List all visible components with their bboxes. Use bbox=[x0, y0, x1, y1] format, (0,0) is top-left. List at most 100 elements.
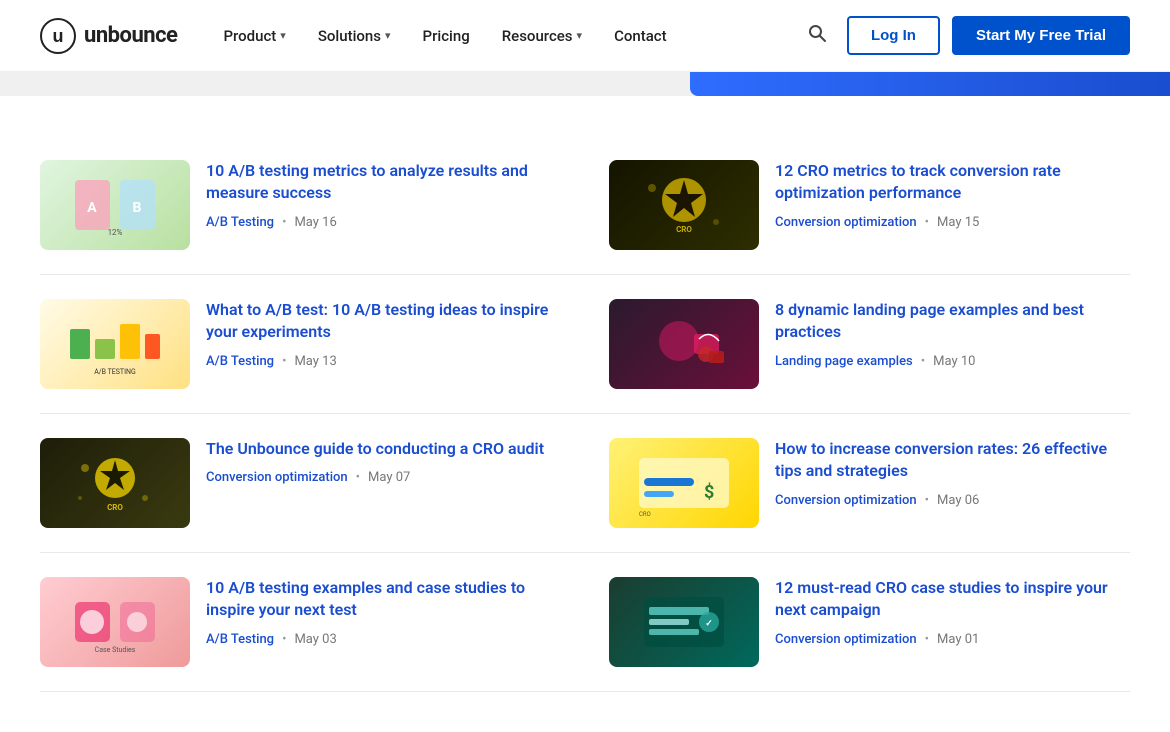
article-thumbnail: $ CRO bbox=[609, 438, 759, 528]
logo-text: unbounce bbox=[84, 23, 177, 48]
thumb-visual bbox=[609, 299, 759, 389]
article-date: May 06 bbox=[937, 493, 979, 508]
thumb-visual: A B 12% bbox=[40, 160, 190, 250]
article-title[interactable]: 12 must-read CRO case studies to inspire… bbox=[775, 577, 1130, 622]
article-title[interactable]: 10 A/B testing metrics to analyze result… bbox=[206, 160, 569, 205]
logo[interactable]: u unbounce bbox=[40, 18, 177, 54]
article-title[interactable]: How to increase conversion rates: 26 eff… bbox=[775, 438, 1130, 483]
top-banner bbox=[0, 72, 1170, 96]
svg-text:CRO: CRO bbox=[676, 225, 692, 234]
svg-text:CRO: CRO bbox=[107, 503, 123, 512]
thumb-visual: CRO bbox=[609, 160, 759, 250]
nav-contact[interactable]: Contact bbox=[600, 19, 681, 53]
thumb-visual: A/B TESTING bbox=[40, 299, 190, 389]
chevron-down-icon: ▾ bbox=[577, 29, 583, 42]
login-button[interactable]: Log In bbox=[847, 16, 940, 55]
article-content: 8 dynamic landing page examples and best… bbox=[775, 299, 1130, 369]
article-content: The Unbounce guide to conducting a CRO a… bbox=[206, 438, 569, 485]
meta-separator: • bbox=[921, 354, 925, 369]
article-meta: Conversion optimization • May 01 bbox=[775, 632, 1130, 647]
article-content: 10 A/B testing examples and case studies… bbox=[206, 577, 569, 647]
article-meta: A/B Testing • May 13 bbox=[206, 354, 569, 369]
article-category[interactable]: A/B Testing bbox=[206, 354, 274, 369]
article-item: 8 dynamic landing page examples and best… bbox=[585, 275, 1130, 414]
article-category[interactable]: A/B Testing bbox=[206, 632, 274, 647]
meta-separator: • bbox=[925, 493, 929, 508]
article-item: ✓ 12 must-read CRO case studies to inspi… bbox=[585, 553, 1130, 692]
article-content: 12 CRO metrics to track conversion rate … bbox=[775, 160, 1130, 230]
search-button[interactable] bbox=[799, 15, 835, 56]
article-item: A/B TESTING What to A/B test: 10 A/B tes… bbox=[40, 275, 585, 414]
svg-text:✓: ✓ bbox=[705, 619, 713, 629]
article-title[interactable]: What to A/B test: 10 A/B testing ideas t… bbox=[206, 299, 569, 344]
article-content: What to A/B test: 10 A/B testing ideas t… bbox=[206, 299, 569, 369]
chevron-down-icon: ▾ bbox=[280, 29, 286, 42]
meta-separator: • bbox=[282, 632, 286, 647]
article-category[interactable]: Landing page examples bbox=[775, 354, 913, 369]
article-title[interactable]: 12 CRO metrics to track conversion rate … bbox=[775, 160, 1130, 205]
article-category[interactable]: Conversion optimization bbox=[775, 493, 917, 508]
article-thumbnail: CRO bbox=[609, 160, 759, 250]
article-thumbnail: A/B TESTING bbox=[40, 299, 190, 389]
article-category[interactable]: Conversion optimization bbox=[775, 215, 917, 230]
nav-pricing[interactable]: Pricing bbox=[409, 19, 484, 53]
meta-separator: • bbox=[356, 470, 360, 485]
logo-icon: u bbox=[40, 18, 76, 54]
nav-solutions[interactable]: Solutions ▾ bbox=[304, 19, 405, 53]
thumb-visual: Case Studies bbox=[40, 577, 190, 667]
articles-grid: A B 12% 10 A/B testing metrics to analyz… bbox=[40, 136, 1130, 692]
article-category[interactable]: Conversion optimization bbox=[206, 470, 348, 485]
article-item: $ CRO How to increase conversion rates: … bbox=[585, 414, 1130, 553]
article-date: May 01 bbox=[937, 632, 979, 647]
article-date: May 03 bbox=[294, 632, 336, 647]
article-meta: Conversion optimization • May 06 bbox=[775, 493, 1130, 508]
article-meta: Landing page examples • May 10 bbox=[775, 354, 1130, 369]
article-item: Case Studies 10 A/B testing examples and… bbox=[40, 553, 585, 692]
article-date: May 07 bbox=[368, 470, 410, 485]
svg-text:CRO: CRO bbox=[639, 511, 651, 518]
article-date: May 16 bbox=[294, 215, 336, 230]
article-title[interactable]: 10 A/B testing examples and case studies… bbox=[206, 577, 569, 622]
svg-text:B: B bbox=[133, 200, 142, 216]
article-content: 12 must-read CRO case studies to inspire… bbox=[775, 577, 1130, 647]
thumb-visual: ✓ bbox=[609, 577, 759, 667]
article-thumbnail: CRO bbox=[40, 438, 190, 528]
article-title[interactable]: The Unbounce guide to conducting a CRO a… bbox=[206, 438, 569, 460]
article-title[interactable]: 8 dynamic landing page examples and best… bbox=[775, 299, 1130, 344]
article-item: CRO 12 CRO metrics to track conversion r… bbox=[585, 136, 1130, 275]
banner-bar bbox=[690, 72, 1170, 96]
article-item: A B 12% 10 A/B testing metrics to analyz… bbox=[40, 136, 585, 275]
meta-separator: • bbox=[925, 632, 929, 647]
chevron-down-icon: ▾ bbox=[385, 29, 391, 42]
svg-text:Case Studies: Case Studies bbox=[95, 646, 136, 654]
meta-separator: • bbox=[282, 354, 286, 369]
svg-text:A/B TESTING: A/B TESTING bbox=[94, 368, 136, 376]
article-thumbnail bbox=[609, 299, 759, 389]
svg-text:$: $ bbox=[704, 482, 714, 503]
article-category[interactable]: A/B Testing bbox=[206, 215, 274, 230]
search-icon bbox=[807, 23, 827, 43]
main-content: A B 12% 10 A/B testing metrics to analyz… bbox=[0, 96, 1170, 732]
nav-product[interactable]: Product ▾ bbox=[209, 19, 299, 53]
svg-text:A: A bbox=[87, 200, 97, 216]
article-item: CRO The Unbounce guide to conducting a C… bbox=[40, 414, 585, 553]
article-meta: A/B Testing • May 16 bbox=[206, 215, 569, 230]
main-nav: Product ▾ Solutions ▾ Pricing Resources … bbox=[209, 19, 798, 53]
trial-button[interactable]: Start My Free Trial bbox=[952, 16, 1130, 55]
article-date: May 13 bbox=[294, 354, 336, 369]
nav-resources[interactable]: Resources ▾ bbox=[488, 19, 596, 53]
thumb-visual: CRO bbox=[40, 438, 190, 528]
header-actions: Log In Start My Free Trial bbox=[799, 15, 1130, 56]
header: u unbounce Product ▾ Solutions ▾ Pricing… bbox=[0, 0, 1170, 72]
article-thumbnail: ✓ bbox=[609, 577, 759, 667]
article-meta: A/B Testing • May 03 bbox=[206, 632, 569, 647]
article-category[interactable]: Conversion optimization bbox=[775, 632, 917, 647]
svg-text:u: u bbox=[53, 26, 64, 46]
article-content: How to increase conversion rates: 26 eff… bbox=[775, 438, 1130, 508]
article-date: May 15 bbox=[937, 215, 979, 230]
article-meta: Conversion optimization • May 15 bbox=[775, 215, 1130, 230]
thumb-visual: $ CRO bbox=[609, 438, 759, 528]
article-thumbnail: A B 12% bbox=[40, 160, 190, 250]
svg-text:12%: 12% bbox=[108, 228, 123, 237]
article-thumbnail: Case Studies bbox=[40, 577, 190, 667]
